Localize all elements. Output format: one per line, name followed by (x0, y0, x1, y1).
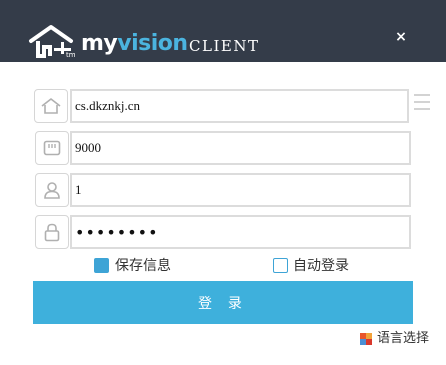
lock-icon (35, 215, 69, 249)
language-selector[interactable]: 语言选择 (360, 331, 429, 347)
port-icon (35, 131, 69, 165)
home-icon (34, 89, 68, 123)
save-info-label[interactable]: 保存信息 (115, 257, 171, 275)
username-field[interactable]: 1 (70, 173, 411, 207)
server-field[interactable]: cs.dkznkj.cn (70, 89, 409, 123)
brand-vision: vision (117, 31, 188, 56)
house-logo-icon: tm (29, 25, 76, 58)
login-button[interactable]: 登 录 (33, 281, 413, 324)
save-info-checkbox[interactable] (94, 258, 109, 273)
brand-name: myvision (81, 30, 188, 58)
language-flag-icon (360, 333, 372, 345)
brand-my: my (81, 31, 118, 56)
auto-login-label[interactable]: 自动登录 (293, 257, 349, 275)
menu-icon[interactable] (414, 94, 430, 114)
close-button[interactable]: × (392, 28, 410, 46)
language-label[interactable]: 语言选择 (377, 331, 429, 347)
port-field[interactable]: 9000 (70, 131, 411, 165)
title-bar: tm myvision CLIENT × (0, 0, 446, 62)
user-icon (35, 173, 69, 207)
svg-text:tm: tm (66, 51, 76, 58)
brand-client: CLIENT (189, 37, 260, 55)
auto-login-checkbox[interactable] (273, 258, 288, 273)
password-field[interactable]: •••••••• (70, 215, 411, 249)
